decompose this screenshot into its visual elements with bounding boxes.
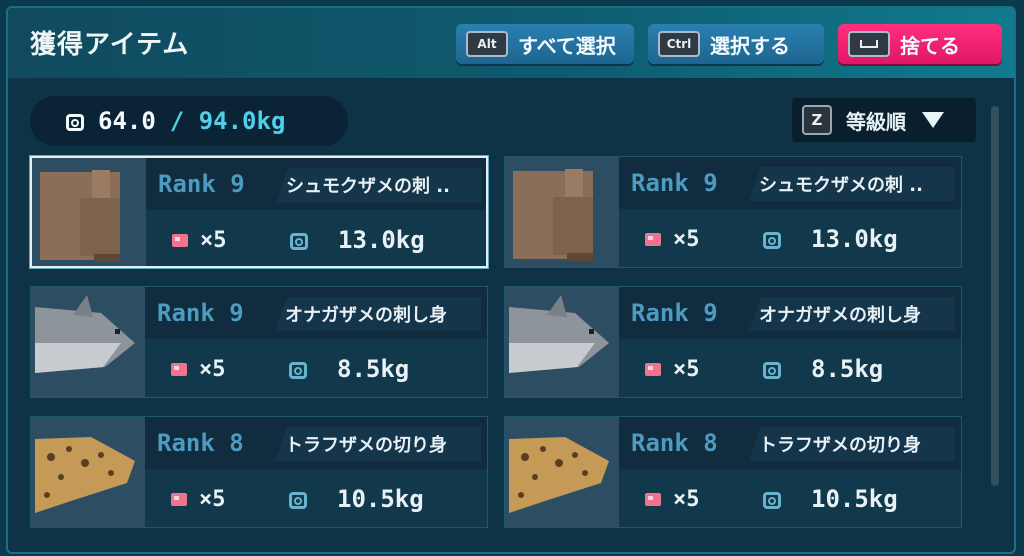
item-card[interactable]: Rank 9 オナガザメの刺し身 ×5 8.5kg bbox=[504, 286, 962, 398]
select-all-label: すべて選択 bbox=[518, 33, 616, 58]
item-card[interactable]: Rank 9 シュモクザメの刺 .. ×5 13.0kg bbox=[30, 156, 488, 268]
weight-scale-icon bbox=[64, 111, 86, 131]
item-quantity: ×5 bbox=[673, 357, 700, 382]
item-weight: 8.5kg bbox=[337, 355, 410, 383]
max-weight: / 94.0kg bbox=[169, 107, 286, 135]
leopard-shark-icon bbox=[31, 417, 145, 527]
item-name: シュモクザメの刺 .. bbox=[749, 167, 955, 201]
thresher-shark-icon bbox=[31, 287, 145, 397]
meat-icon bbox=[645, 233, 661, 246]
item-card[interactable]: Rank 8 トラフザメの切り身 ×5 10.5kg bbox=[504, 416, 962, 528]
panel-header: 獲得アイテム Alt すべて選択 Ctrl 選択する 捨てる bbox=[8, 8, 1014, 78]
item-weight: 13.0kg bbox=[811, 225, 898, 253]
leopard-shark-icon bbox=[505, 417, 619, 527]
discard-button[interactable]: 捨てる bbox=[838, 24, 1002, 64]
weight-scale-icon bbox=[761, 359, 783, 379]
item-weight: 10.5kg bbox=[337, 485, 424, 513]
scrollbar-thumb[interactable] bbox=[991, 106, 999, 486]
weight-scale-icon bbox=[287, 489, 309, 509]
meat-icon bbox=[171, 363, 187, 376]
item-quantity: ×5 bbox=[673, 487, 700, 512]
item-rank: Rank 8 bbox=[157, 429, 244, 457]
item-name: オナガザメの刺し身 bbox=[749, 297, 955, 331]
item-quantity: ×5 bbox=[199, 357, 226, 382]
z-key-icon: Z bbox=[802, 105, 832, 135]
item-name: オナガザメの刺し身 bbox=[275, 297, 481, 331]
meat-icon bbox=[172, 234, 188, 247]
item-card[interactable]: Rank 9 オナガザメの刺し身 ×5 8.5kg bbox=[30, 286, 488, 398]
weight-scale-icon bbox=[288, 230, 310, 250]
item-card[interactable]: Rank 8 トラフザメの切り身 ×5 10.5kg bbox=[30, 416, 488, 528]
discard-label: 捨てる bbox=[900, 33, 960, 58]
item-quantity: ×5 bbox=[673, 227, 700, 252]
select-button[interactable]: Ctrl 選択する bbox=[648, 24, 824, 64]
thresher-shark-icon bbox=[505, 287, 619, 397]
item-rank: Rank 9 bbox=[157, 299, 244, 327]
item-quantity: ×5 bbox=[200, 228, 227, 253]
alt-key-icon: Alt bbox=[466, 31, 508, 57]
item-rank: Rank 8 bbox=[631, 429, 718, 457]
item-name: トラフザメの切り身 bbox=[749, 427, 955, 461]
item-name: トラフザメの切り身 bbox=[275, 427, 481, 461]
item-name: シュモクザメの刺 .. bbox=[276, 168, 482, 202]
select-label: 選択する bbox=[710, 33, 790, 58]
hammerhead-shark-icon bbox=[505, 157, 619, 267]
item-weight: 10.5kg bbox=[811, 485, 898, 513]
weight-scale-icon bbox=[761, 489, 783, 509]
weight-capacity: 64.0 / 94.0kg bbox=[30, 96, 348, 146]
item-rank: Rank 9 bbox=[631, 169, 718, 197]
item-weight: 8.5kg bbox=[811, 355, 884, 383]
item-quantity: ×5 bbox=[199, 487, 226, 512]
weight-scale-icon bbox=[761, 229, 783, 249]
item-card[interactable]: Rank 9 シュモクザメの刺 .. ×5 13.0kg bbox=[504, 156, 962, 268]
weight-scale-icon bbox=[287, 359, 309, 379]
item-rank: Rank 9 bbox=[631, 299, 718, 327]
item-weight: 13.0kg bbox=[338, 226, 425, 254]
meat-icon bbox=[645, 493, 661, 506]
space-key-icon bbox=[848, 31, 890, 57]
current-weight: 64.0 bbox=[98, 107, 156, 135]
acquired-items-panel: 獲得アイテム Alt すべて選択 Ctrl 選択する 捨てる 64.0 / 94… bbox=[6, 6, 1016, 554]
sort-dropdown[interactable]: Z 等級順 bbox=[792, 98, 976, 142]
chevron-down-icon bbox=[922, 112, 944, 128]
sort-label: 等級順 bbox=[846, 109, 906, 134]
meat-icon bbox=[171, 493, 187, 506]
ctrl-key-icon: Ctrl bbox=[658, 31, 700, 57]
select-all-button[interactable]: Alt すべて選択 bbox=[456, 24, 634, 64]
item-rank: Rank 9 bbox=[158, 170, 245, 198]
hammerhead-shark-icon bbox=[32, 158, 146, 266]
panel-title: 獲得アイテム bbox=[30, 30, 190, 60]
scrollbar[interactable] bbox=[991, 106, 999, 486]
meat-icon bbox=[645, 363, 661, 376]
